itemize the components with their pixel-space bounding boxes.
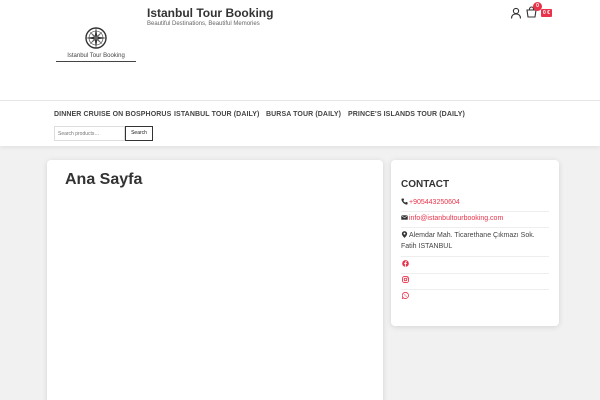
compass-logo-icon — [85, 27, 107, 49]
contact-phone-link[interactable]: +905443250604 — [409, 199, 460, 206]
contact-phone-row: +905443250604 — [401, 198, 549, 212]
logo-text: Istanbul Tour Booking — [56, 53, 136, 62]
contact-email-row: info@istanbultourbooking.com — [401, 214, 549, 228]
map-marker-icon — [401, 231, 408, 238]
envelope-icon — [401, 215, 408, 220]
social-instagram-row — [401, 276, 549, 290]
contact-widget: CONTACT +905443250604 info@istanbultourb… — [391, 160, 559, 326]
whatsapp-icon[interactable] — [402, 292, 409, 299]
instagram-icon[interactable] — [402, 276, 409, 283]
main-navigation: DINNER CRUISE ON BOSPHORUS ISTANBUL TOUR… — [0, 100, 600, 146]
user-account-icon[interactable] — [510, 7, 522, 19]
cart-total-badge: 0 € — [541, 9, 552, 17]
nav-item-bursa-tour[interactable]: BURSA TOUR (DAILY) — [266, 111, 341, 118]
contact-address-line2: Fatih ISTANBUL — [401, 243, 453, 250]
nav-item-princes-islands-tour[interactable]: PRINCE'S ISLANDS TOUR (DAILY) — [348, 111, 465, 118]
social-facebook-row — [401, 260, 549, 274]
product-search-input[interactable] — [54, 126, 125, 141]
site-header: Istanbul Tour Booking Istanbul Tour Book… — [0, 0, 600, 100]
phone-icon — [401, 198, 408, 205]
widget-title: CONTACT — [401, 179, 450, 190]
contact-email-link[interactable]: info@istanbultourbooking.com — [409, 215, 503, 222]
nav-item-dinner-cruise[interactable]: DINNER CRUISE ON BOSPHORUS — [54, 111, 171, 118]
facebook-icon[interactable] — [402, 260, 409, 267]
nav-item-istanbul-tour[interactable]: ISTANBUL TOUR (DAILY) — [174, 111, 259, 118]
contact-address-row: Alemdar Mah. Ticarethane Çıkmazı Sok. Fa… — [401, 230, 549, 257]
main-content: Ana Sayfa — [47, 160, 383, 400]
site-title[interactable]: Istanbul Tour Booking — [147, 6, 273, 20]
site-tagline: Beautiful Destinations, Beautiful Memori… — [147, 21, 260, 27]
contact-address-line1: Alemdar Mah. Ticarethane Çıkmazı Sok. — [409, 232, 535, 239]
search-button[interactable]: Search — [125, 126, 153, 141]
site-logo[interactable]: Istanbul Tour Booking — [56, 26, 136, 74]
page-title: Ana Sayfa — [65, 171, 143, 188]
social-whatsapp-row — [401, 292, 549, 306]
